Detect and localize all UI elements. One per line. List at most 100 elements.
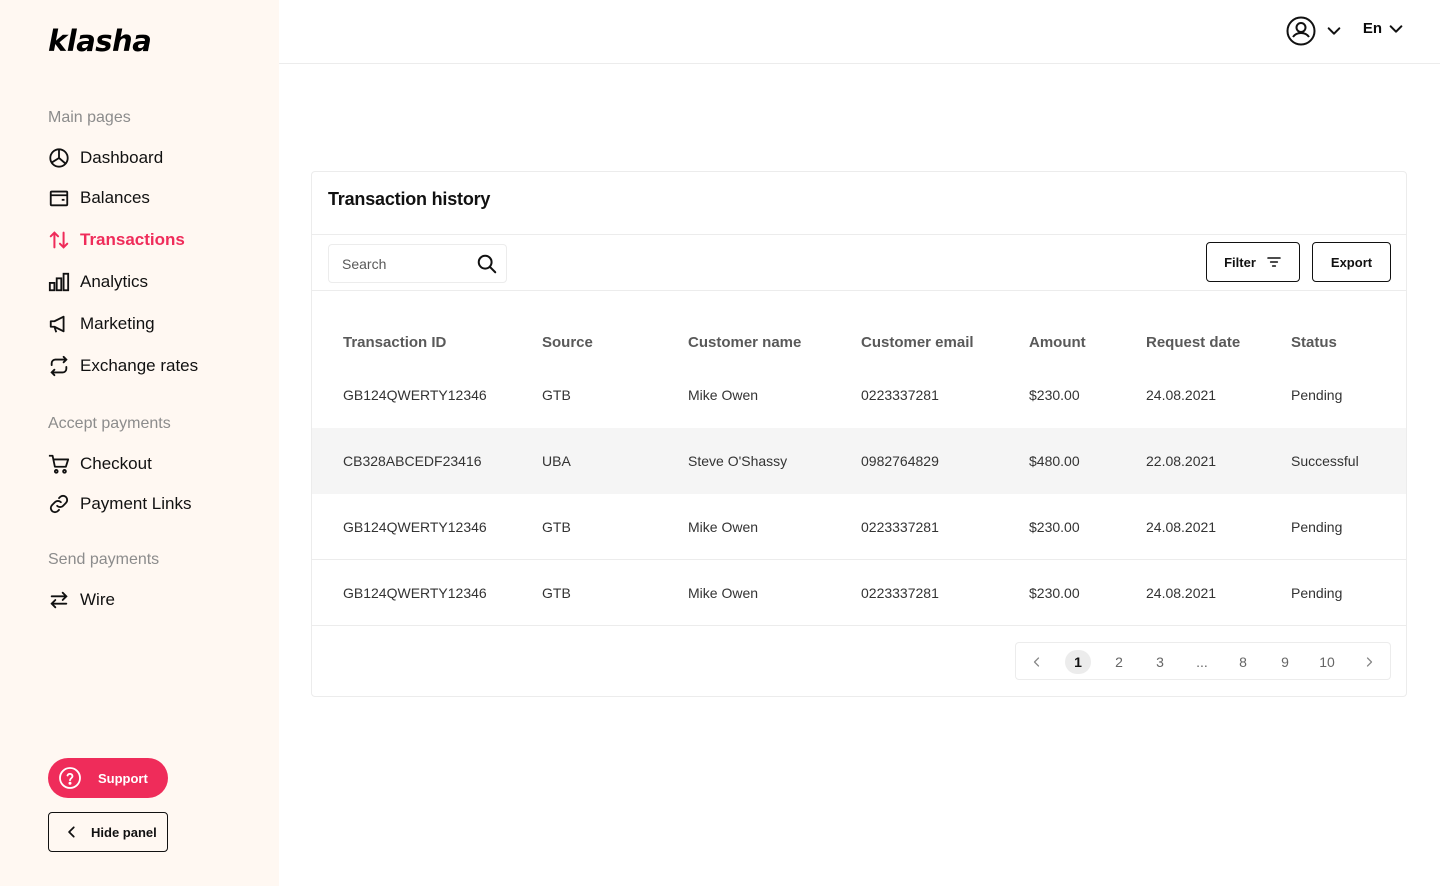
sidebar-item-checkout[interactable]: Checkout: [48, 450, 152, 478]
table-row[interactable]: GB124QWERTY12346 GTB Mike Owen 022333728…: [312, 362, 1406, 428]
page-1[interactable]: 1: [1065, 650, 1091, 674]
cell-request-date: 24.08.2021: [1146, 387, 1217, 403]
page-ellipsis: ...: [1196, 654, 1208, 670]
column-header-source[interactable]: Source: [542, 334, 593, 351]
search-input[interactable]: [342, 255, 462, 272]
user-circle-icon: [1286, 16, 1316, 46]
bar-chart-icon: [48, 271, 70, 293]
cell-transaction-id: GB124QWERTY12346: [343, 584, 487, 601]
cell-amount: $230.00: [1029, 518, 1080, 535]
column-header-customer-email[interactable]: Customer email: [861, 334, 974, 351]
divider: [312, 234, 1406, 235]
sidebar-item-label: Marketing: [80, 314, 155, 333]
chevron-down-icon: [1388, 21, 1404, 37]
cell-customer-name: Mike Owen: [688, 387, 759, 403]
klasha-logo[interactable]: klasha: [48, 24, 152, 58]
sidebar: klasha Main pages Dashboard Balances Tra…: [0, 0, 279, 886]
pie-chart-icon: [48, 147, 70, 169]
column-header-status[interactable]: Status: [1291, 334, 1337, 351]
page-2[interactable]: 2: [1106, 650, 1132, 674]
megaphone-icon: [48, 313, 70, 335]
cell-source: GTB: [542, 387, 571, 403]
cell-customer-name: Mike Owen: [688, 584, 759, 601]
cell-source: GTB: [542, 584, 571, 601]
sidebar-item-analytics[interactable]: Analytics: [48, 268, 148, 296]
cell-status: Pending: [1291, 387, 1343, 403]
sidebar-item-label: Dashboard: [80, 148, 164, 167]
card-title: Transaction history: [328, 189, 491, 209]
cell-request-date: 24.08.2021: [1146, 584, 1217, 601]
table-row[interactable]: GB124QWERTY12346 GTB Mike Owen 022333728…: [312, 494, 1406, 560]
sidebar-item-label: Analytics: [80, 272, 149, 291]
swap-arrows-icon: [48, 589, 70, 611]
cell-source: GTB: [542, 518, 571, 535]
filter-button[interactable]: Filter: [1206, 242, 1300, 282]
page-3[interactable]: 3: [1147, 650, 1173, 674]
cell-amount: $480.00: [1029, 453, 1080, 469]
wallet-icon: [48, 187, 70, 209]
transaction-history-card: Transaction history Filter Export Transa…: [311, 171, 1407, 697]
table-row[interactable]: CB328ABCEDF23416 UBA Steve O'Shassy 0982…: [312, 428, 1406, 494]
sidebar-item-label: Payment Links: [80, 494, 192, 513]
next-page-icon[interactable]: [1356, 650, 1382, 674]
cell-source: UBA: [542, 453, 571, 469]
cell-status: Pending: [1291, 584, 1343, 601]
cell-transaction-id: CB328ABCEDF23416: [343, 453, 482, 469]
table-row[interactable]: GB124QWERTY12346 GTB Mike Owen 022333728…: [312, 560, 1406, 626]
cell-customer-email: 0223337281: [861, 584, 939, 601]
cell-transaction-id: GB124QWERTY12346: [343, 387, 487, 403]
sidebar-item-dashboard[interactable]: Dashboard: [48, 144, 163, 172]
sidebar-item-label: Transactions: [80, 230, 185, 249]
filter-label: Filter: [1224, 254, 1256, 270]
sidebar-item-payment-links[interactable]: Payment Links: [48, 490, 192, 518]
hide-panel-label: Hide panel: [91, 824, 157, 840]
chevron-down-icon: [1326, 23, 1342, 39]
section-label-main-pages: Main pages: [48, 109, 131, 126]
sidebar-item-balances[interactable]: Balances: [48, 184, 150, 212]
cell-request-date: 24.08.2021: [1146, 518, 1217, 535]
cell-customer-name: Steve O'Shassy: [688, 453, 788, 469]
support-label: Support: [98, 770, 148, 786]
cell-transaction-id: GB124QWERTY12346: [343, 518, 487, 535]
export-button[interactable]: Export: [1312, 242, 1391, 282]
cell-status: Pending: [1291, 518, 1343, 535]
cell-amount: $230.00: [1029, 584, 1080, 601]
help-circle-icon: [58, 766, 82, 790]
section-label-accept-payments: Accept payments: [48, 415, 171, 432]
cell-amount: $230.00: [1029, 387, 1080, 403]
search-box[interactable]: [328, 244, 507, 283]
cell-customer-name: Mike Owen: [688, 518, 759, 535]
cell-customer-email: 0223337281: [861, 387, 939, 403]
refresh-icon: [48, 355, 70, 377]
prev-page-icon[interactable]: [1024, 650, 1050, 674]
column-header-transaction-id[interactable]: Transaction ID: [343, 334, 446, 351]
cart-icon: [48, 453, 70, 475]
column-header-customer-name[interactable]: Customer name: [688, 334, 801, 351]
language-selector[interactable]: En: [1363, 20, 1404, 37]
sidebar-item-label: Exchange rates: [80, 356, 199, 375]
sidebar-item-label: Checkout: [80, 454, 152, 473]
top-bar: En: [279, 0, 1440, 64]
cell-status: Successful: [1291, 453, 1359, 469]
sidebar-item-exchange-rates[interactable]: Exchange rates: [48, 352, 198, 380]
sidebar-item-transactions[interactable]: Transactions: [48, 226, 185, 254]
hide-panel-button[interactable]: Hide panel: [48, 812, 168, 852]
page-8[interactable]: 8: [1230, 650, 1256, 674]
column-header-amount[interactable]: Amount: [1029, 334, 1086, 351]
filter-icon: [1266, 254, 1282, 270]
section-label-send-payments: Send payments: [48, 551, 160, 568]
user-menu[interactable]: [1286, 16, 1342, 46]
sidebar-item-label: Wire: [80, 590, 115, 609]
search-icon[interactable]: [476, 253, 498, 275]
language-label: En: [1362, 20, 1382, 37]
support-button[interactable]: Support: [48, 758, 168, 798]
page-9[interactable]: 9: [1272, 650, 1298, 674]
page-10[interactable]: 10: [1314, 650, 1340, 674]
sidebar-item-label: Balances: [80, 188, 150, 207]
transfer-arrows-icon: [48, 229, 70, 251]
sidebar-item-marketing[interactable]: Marketing: [48, 310, 155, 338]
cell-request-date: 22.08.2021: [1146, 453, 1217, 469]
sidebar-item-wire[interactable]: Wire: [48, 586, 115, 614]
column-header-request-date[interactable]: Request date: [1146, 334, 1240, 351]
cell-customer-email: 0982764829: [861, 453, 939, 469]
